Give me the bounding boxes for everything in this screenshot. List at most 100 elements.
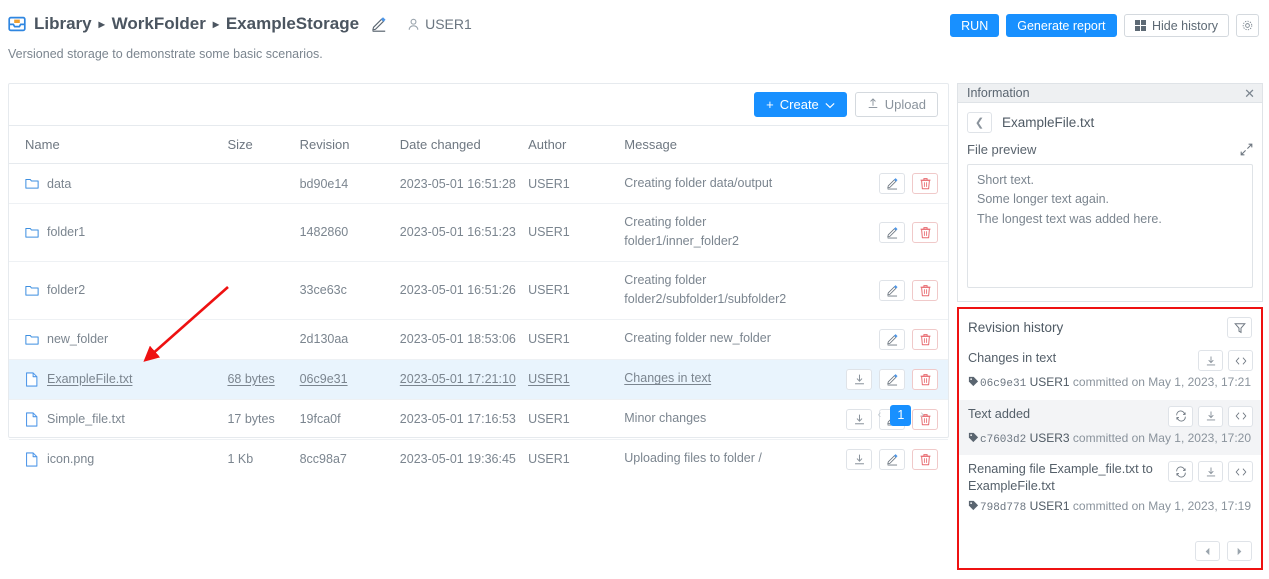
download-button[interactable] (1198, 461, 1223, 482)
table-row[interactable]: icon.png 1 Kb 8cc98a7 2023-05-01 19:36:45 US… (9, 439, 948, 479)
expand-icon[interactable] (1240, 143, 1253, 156)
tag-icon (968, 430, 979, 442)
table-row[interactable]: folder1 1482860 2023-05-01 16:51:23 USER1 Cr… (9, 203, 948, 262)
table-row[interactable]: data bd90e14 2023-05-01 16:51:28 USER1 Creat… (9, 163, 948, 204)
pagination-next[interactable]: › (920, 409, 924, 421)
filter-icon[interactable] (1227, 317, 1252, 338)
cell-date-changed: 2023-05-01 16:51:23 (399, 203, 529, 262)
column-header-date-changed: Date changed (399, 126, 529, 164)
table-row[interactable]: new_folder 2d130aa 2023-05-01 18:53:06 USER… (9, 319, 948, 360)
column-header-author: Author (528, 126, 625, 164)
restore-button[interactable] (1168, 405, 1193, 427)
code-button[interactable] (1228, 405, 1253, 427)
cell-name: data (9, 163, 228, 204)
app-root: Library ▸ WorkFolder ▸ ExampleStorage US… (0, 0, 1269, 579)
file-toolbar: + Create Upload (9, 84, 948, 126)
revision-meta: 06c9e31 USER1 committed on May 1, 2023, … (968, 373, 1253, 393)
edit-button[interactable] (879, 448, 905, 470)
breadcrumb-separator: ▸ (98, 17, 105, 31)
breadcrumb-item-examplestorage[interactable]: ExampleStorage (226, 14, 359, 34)
plus-icon: + (766, 97, 774, 112)
revision-committed: committed on May 1, 2023, 17:21 (1072, 375, 1252, 389)
column-header-size: Size (227, 126, 300, 164)
file-name-link[interactable]: folder2 (47, 283, 85, 297)
file-name-link[interactable]: ExampleFile.txt (47, 372, 132, 386)
tag-icon (968, 498, 979, 511)
download-button[interactable] (846, 448, 872, 470)
edit-button[interactable] (879, 173, 905, 194)
revision-message: Changes in text (968, 351, 1057, 365)
create-button[interactable]: + Create (754, 92, 847, 117)
file-icon (25, 371, 39, 387)
edit-button[interactable] (879, 279, 905, 301)
download-button[interactable] (1198, 350, 1223, 371)
breadcrumb-separator: ▸ (212, 17, 219, 31)
revision-item[interactable]: Changes in text 06c9e31 USER1 committed o… (959, 344, 1261, 400)
pencil-icon[interactable] (371, 16, 387, 32)
revision-actions (1168, 461, 1253, 482)
restore-button[interactable] (1168, 461, 1193, 482)
revision-user: USER1 (1029, 375, 1070, 389)
file-name-link[interactable]: data (47, 177, 71, 191)
download-button[interactable] (846, 368, 872, 390)
triangle-right-icon[interactable] (1227, 541, 1252, 561)
page-header: Library ▸ WorkFolder ▸ ExampleStorage US… (0, 0, 1269, 68)
file-icon (25, 451, 39, 467)
delete-button[interactable] (912, 368, 938, 390)
file-preview-line: Some longer text again. (977, 192, 1110, 207)
revision-item[interactable]: Text added c7603d2 USER3 committed on May… (959, 399, 1261, 455)
column-header-name: Name (9, 126, 228, 164)
pagination-prev[interactable]: ‹ (878, 409, 882, 421)
file-preview-header: File preview (967, 142, 1253, 157)
delete-button[interactable] (912, 279, 938, 301)
cell-revision: 33ce63c (299, 261, 400, 320)
cell-author: USER1 (528, 261, 625, 320)
cell-date-changed: 2023-05-01 18:53:06 (399, 319, 529, 360)
cell-message: Creating folder folder2/subfolder1/subfo… (624, 261, 830, 320)
edit-button[interactable] (879, 328, 905, 350)
run-button[interactable]: RUN (950, 14, 1000, 37)
cell-actions (829, 203, 948, 262)
current-user-label: USER1 (425, 16, 472, 32)
code-button[interactable] (1228, 461, 1253, 482)
generate-report-button[interactable]: Generate report (1006, 14, 1117, 37)
hide-history-button[interactable]: Hide history (1123, 14, 1229, 37)
revision-item[interactable]: Renaming file Example_file.txt to Exampl… (959, 455, 1261, 524)
delete-button[interactable] (912, 173, 938, 194)
close-icon[interactable]: ✕ (1244, 87, 1255, 100)
breadcrumb-item-library[interactable]: Library (34, 14, 92, 34)
revision-message: Renaming file Example_file.txt to Exampl… (968, 462, 1153, 494)
code-button[interactable] (1228, 350, 1253, 371)
delete-button[interactable] (912, 328, 938, 350)
inbox-icon (8, 15, 26, 33)
file-browser-card: + Create Upload Name Size Revision Date … (8, 83, 949, 470)
breadcrumb-item-workfolder[interactable]: WorkFolder (112, 14, 206, 34)
download-button[interactable] (1198, 405, 1223, 427)
file-name-link[interactable]: folder1 (47, 225, 85, 239)
revision-hash: c7603d2 (980, 433, 1027, 446)
breadcrumb: Library ▸ WorkFolder ▸ ExampleStorage US… (8, 14, 472, 34)
column-header-actions (829, 126, 948, 164)
file-name-link[interactable]: new_folder (47, 332, 108, 346)
gear-icon[interactable] (1236, 14, 1259, 37)
file-name-link[interactable]: icon.png (47, 452, 94, 466)
pagination-page-1[interactable]: 1 (890, 404, 912, 426)
edit-button[interactable] (879, 221, 905, 243)
triangle-left-icon[interactable] (1195, 541, 1220, 561)
table-row[interactable]: folder2 33ce63c 2023-05-01 16:51:26 USER1 Cr… (9, 261, 948, 320)
information-panel: Information ✕ ❮ ExampleFile.txt File pre… (957, 83, 1263, 572)
revision-committed: committed on May 1, 2023, 17:20 (1072, 430, 1252, 445)
chevron-left-icon[interactable]: ❮ (967, 112, 992, 133)
upload-button[interactable]: Upload (854, 92, 938, 117)
cell-author: USER1 (528, 163, 625, 204)
revision-history-header: Revision history (959, 309, 1261, 344)
delete-button[interactable] (912, 221, 938, 243)
revision-actions (1198, 350, 1253, 371)
cell-size (227, 163, 300, 204)
delete-button[interactable] (912, 448, 938, 470)
cell-author: USER1 (528, 452, 570, 466)
cell-revision: 8cc98a7 (299, 452, 347, 466)
cell-name: folder2 (9, 261, 228, 320)
edit-button[interactable] (879, 368, 905, 390)
revision-history-list: Changes in text 06c9e31 USER1 committed o… (959, 344, 1261, 524)
